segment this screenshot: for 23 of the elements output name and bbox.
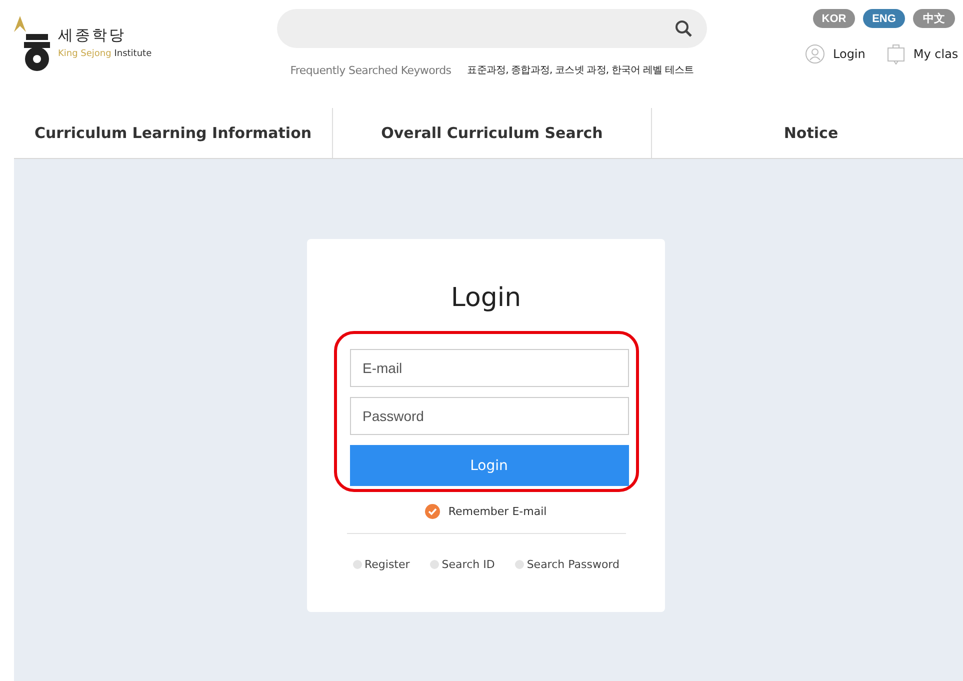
nav-tab[interactable]: Overall Curriculum Search xyxy=(333,108,652,158)
nav-tab[interactable]: Curriculum Learning Information xyxy=(14,108,333,158)
account-link[interactable]: Search ID xyxy=(430,558,495,571)
email-field[interactable]: E-mail xyxy=(350,349,628,387)
user-icon xyxy=(805,44,825,64)
logo-english-text: King Sejong Institute xyxy=(58,49,152,59)
logo-korean-text: 세종학당 xyxy=(58,26,127,45)
nav-tab[interactable]: Notice xyxy=(652,108,963,158)
header-link[interactable]: My clas xyxy=(887,43,958,65)
account-link[interactable]: Register xyxy=(352,558,410,571)
password-field[interactable]: Password xyxy=(350,397,628,435)
login-title: Login xyxy=(450,283,522,313)
account-link[interactable]: Search Password xyxy=(514,558,620,571)
language-button[interactable]: ENG xyxy=(863,9,905,28)
bag-icon xyxy=(887,43,906,65)
search-icon[interactable] xyxy=(675,20,693,38)
keywords-label: Frequently Searched Keywords xyxy=(290,64,452,76)
keyword-links[interactable]: 표준과정, 종합과정, 코스넷 과정, 한국어 레벨 테스트 xyxy=(467,63,694,77)
search-field[interactable] xyxy=(277,9,707,48)
check-icon xyxy=(428,507,438,516)
header-link[interactable]: Login xyxy=(805,43,866,65)
remember-label: Remember E-mail xyxy=(448,505,547,518)
remember-checkbox[interactable] xyxy=(425,504,440,519)
